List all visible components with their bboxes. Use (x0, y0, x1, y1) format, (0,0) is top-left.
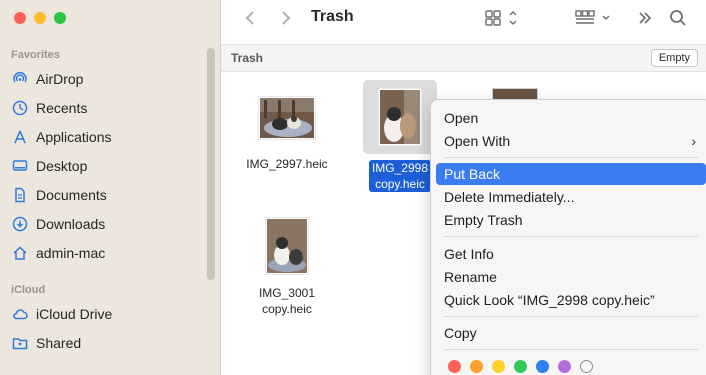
file-name: IMG_2998 copy.heic (368, 160, 432, 192)
sidebar-item-label: AirDrop (36, 71, 84, 87)
minimize-window-button[interactable] (34, 12, 46, 24)
sidebar-item-label: Recents (36, 100, 88, 116)
sidebar-item-shared[interactable]: Shared (11, 332, 81, 354)
desktop-icon (11, 158, 28, 175)
menu-item-open-with[interactable]: Open With › (436, 130, 706, 152)
tag-color-dot[interactable] (514, 360, 527, 373)
chevron-right-icon (282, 11, 291, 25)
menu-item-quick-look[interactable]: Quick Look “IMG_2998 copy.heic” (436, 289, 706, 311)
clock-icon (11, 100, 28, 117)
menu-item-open[interactable]: Open (436, 107, 706, 129)
menu-separator (444, 236, 698, 237)
window-controls (14, 12, 66, 24)
zoom-window-button[interactable] (54, 12, 66, 24)
document-icon (11, 187, 28, 204)
file-name: IMG_2997.heic (246, 157, 328, 171)
sidebar-item-label: iCloud Drive (36, 306, 113, 322)
sidebar-scrollbar[interactable] (207, 48, 215, 280)
sidebar-item-recents[interactable]: Recents (11, 97, 87, 119)
submenu-chevron-icon: › (691, 133, 696, 149)
sidebar: Favorites AirDrop Recents Applications D… (0, 0, 221, 375)
menu-item-delete-immediately[interactable]: Delete Immediately... (436, 186, 706, 208)
file-name: IMG_3001 copy.heic (258, 286, 316, 316)
toolbar: Trash (221, 0, 706, 45)
menu-separator (444, 349, 698, 350)
photo-thumbnail-icon (265, 217, 309, 275)
menu-item-get-info[interactable]: Get Info (436, 243, 706, 265)
menu-item-put-back[interactable]: Put Back (436, 163, 706, 185)
sidebar-item-documents[interactable]: Documents (11, 184, 107, 206)
sidebar-item-airdrop[interactable]: AirDrop (11, 68, 83, 90)
tag-color-dot[interactable] (470, 360, 483, 373)
chevron-left-icon (245, 11, 254, 25)
shared-folder-icon (11, 335, 28, 352)
photo-thumbnail-icon (378, 88, 422, 146)
cloud-icon (11, 306, 28, 323)
tag-color-dot[interactable] (536, 360, 549, 373)
airdrop-icon (11, 71, 28, 88)
file-thumbnail (254, 86, 320, 150)
sidebar-item-admin-mac[interactable]: admin-mac (11, 242, 105, 264)
finder-window: Favorites AirDrop Recents Applications D… (0, 0, 706, 375)
home-icon (11, 245, 28, 262)
close-window-button[interactable] (14, 12, 26, 24)
tag-color-dot[interactable] (580, 360, 593, 373)
applications-icon (11, 129, 28, 146)
sidebar-item-applications[interactable]: Applications (11, 126, 112, 148)
sidebar-item-icloud-drive[interactable]: iCloud Drive (11, 303, 112, 325)
group-by-button[interactable] (573, 8, 615, 28)
double-chevron-icon (639, 12, 652, 24)
search-icon (670, 10, 686, 26)
file-thumbnail (363, 80, 437, 154)
favorites-section-label: Favorites (11, 49, 60, 61)
menu-item-rename[interactable]: Rename (436, 266, 706, 288)
menu-item-empty-trash[interactable]: Empty Trash (436, 209, 706, 231)
back-button[interactable] (241, 8, 259, 28)
more-toolbar-button[interactable] (635, 8, 655, 28)
grid-view-icon (485, 10, 517, 26)
empty-trash-button[interactable]: Empty (650, 49, 698, 67)
menu-item-copy[interactable]: Copy (436, 322, 706, 344)
group-icon (575, 10, 610, 24)
view-mode-button[interactable] (483, 8, 523, 28)
photo-thumbnail-icon (258, 96, 316, 140)
tag-color-dot[interactable] (448, 360, 461, 373)
sidebar-item-label: Downloads (36, 216, 106, 232)
path-bar: Trash Empty (221, 45, 706, 72)
menu-item-label: Open With (444, 133, 511, 149)
tag-color-row (448, 360, 593, 373)
sidebar-item-label: Applications (36, 129, 112, 145)
tag-color-dot[interactable] (558, 360, 571, 373)
sidebar-item-label: Documents (36, 187, 107, 203)
icloud-section-label: iCloud (11, 284, 46, 296)
menu-separator (444, 157, 698, 158)
file-item[interactable]: IMG_2997.heic (239, 86, 335, 172)
context-menu: Open Open With › Put Back Delete Immedia… (430, 99, 706, 375)
sidebar-item-label: Shared (36, 335, 82, 351)
sidebar-item-label: admin-mac (36, 245, 106, 261)
search-button[interactable] (667, 8, 689, 28)
menu-separator (444, 316, 698, 317)
file-thumbnail (254, 213, 320, 279)
window-title: Trash (311, 8, 354, 25)
path-bar-label: Trash (231, 51, 264, 65)
download-icon (11, 216, 28, 233)
sidebar-item-label: Desktop (36, 158, 88, 174)
sidebar-item-downloads[interactable]: Downloads (11, 213, 105, 235)
tag-color-dot[interactable] (492, 360, 505, 373)
sidebar-item-desktop[interactable]: Desktop (11, 155, 87, 177)
file-item[interactable]: IMG_3001 copy.heic (239, 213, 335, 317)
forward-button[interactable] (277, 8, 295, 28)
